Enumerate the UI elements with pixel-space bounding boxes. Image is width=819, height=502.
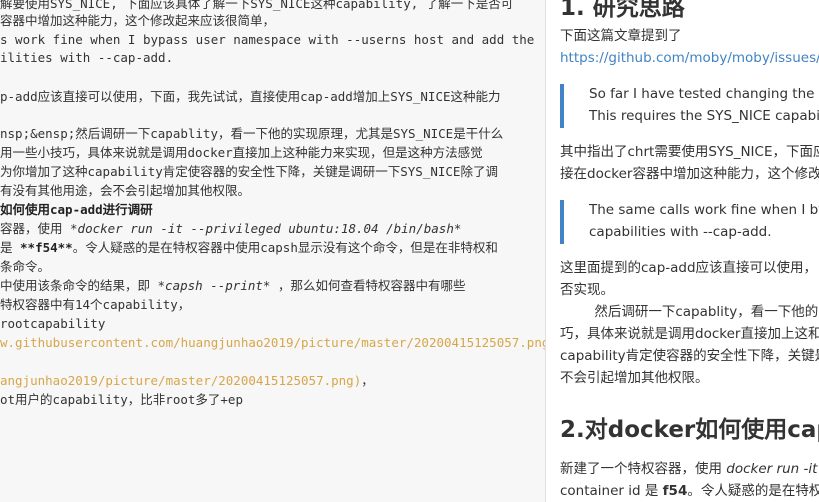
editor-heading-line: 如何使用cap-add进行调研 [0,202,153,217]
preview-link[interactable]: https://github.com/moby/moby/issues/25 [560,48,819,68]
preview-paragraph-line: 然后调研一下capablity，看一下他的实 [560,304,819,320]
editor-line: nsp;&ensp;然后调研一下capablity，看一下他的实现原理，尤其是S… [0,126,504,141]
editor-line: 中使用该条命令的结果，即 *capsh --print* ，那么如何查看特权容器… [0,277,465,295]
preview-text: 。令人疑惑的是在特权容 [687,483,819,499]
editor-bold-text: **f54** [20,240,73,255]
preview-heading-1: 1. 研究思路 [560,0,685,21]
editor-line: 条命令。 [0,259,51,274]
editor-italic-code: *capsh --print* [157,278,271,293]
editor-image-link[interactable]: angjunhao2019/picture/master/20200415125… [0,373,361,388]
preview-paragraph: 下面这篇文章提到了 [560,28,682,44]
preview-bold-text: f54 [662,483,688,499]
editor-line: 为你增加了这种capability肯定使容器的安全性下降，关键是调研一下SYS_… [0,164,498,179]
preview-heading-2: 2.对docker如何使用capa [560,417,819,443]
preview-text: container id 是 [560,483,663,499]
editor-line: 容器，使用 *docker run -it --privileged ubunt… [0,220,461,238]
preview-paragraph-line: 新建了一个特权容器，使用 docker run -it [560,459,817,479]
editor-image-link[interactable]: w.githubusercontent.com/huangjunhao2019/… [0,334,545,352]
editor-line: ilities with --cap-add. [0,50,174,65]
preview-paragraph-line: 否实现。 [560,282,614,298]
preview-paragraph-line: 巧，具体来说就是调用docker直接加上这和 [560,326,819,342]
preview-paragraph-line: 不会引起增加其他权限。 [560,370,709,386]
editor-text: 是 [0,240,21,255]
editor-line: 容器中增加这种能力，这个修改起来应该很简单， [0,13,276,28]
editor-text: 容器，使用 [0,221,71,236]
preview-text: 新建了一个特权容器，使用 [560,461,727,477]
editor-line: rootcapability [0,316,106,331]
editor-line: 特权容器中有14个capability， [0,297,191,312]
blockquote-line: So far I have tested changing the sche [589,86,819,102]
blockquote-bar [560,200,564,244]
preview-paragraph-line: container id 是 f54。令人疑惑的是在特权容 [560,481,819,501]
markdown-editor-pane[interactable]: 解要使用SYS_NICE, 下面应该具体了解一下SYS_NICE这种capabi… [0,0,545,502]
preview-italic-code: docker run -it [726,461,818,477]
editor-line: p-add应该直接可以使用，下面，我先试试，直接使用cap-add增加上SYS_… [0,89,501,104]
editor-text: 中使用该条命令的结果，即 [0,278,158,293]
editor-line: angjunhao2019/picture/master/20200415125… [0,372,374,390]
blockquote-line: The same calls work fine when I bypas [589,202,819,218]
editor-text: 。令人疑惑的是在特权容器中使用capsh显示没有这个命令，但是在非特权和 [72,240,498,255]
markdown-preview-pane[interactable]: 1. 研究思路 下面这篇文章提到了 https://github.com/mob… [546,0,819,502]
preview-paragraph-line: 这里面提到的cap-add应该直接可以使用， [560,260,818,276]
editor-line: 有没有其他用途，会不会引起增加其他权限。 [0,183,251,198]
editor-line: ot用户的capability，比非root多了+ep [0,392,243,407]
preview-paragraph-line: 其中指出了chrt需要使用SYS_NICE，下面应 [560,144,819,160]
blockquote-bar [560,84,564,128]
editor-italic-code: *docker run -it --privileged ubuntu:18.0… [70,221,462,236]
editor-text: ，那么如何查看特权容器中有哪些 [270,278,466,293]
editor-line: s work fine when I bypass user namespace… [0,32,535,47]
preview-paragraph-line: 接在docker容器中增加这种能力，这个修改 [560,166,819,182]
blockquote-line: This requires the SYS_NICE capability [589,108,819,124]
editor-line: 是 **f54**。令人疑惑的是在特权容器中使用capsh显示没有这个命令，但是… [0,239,498,257]
editor-text: ， [361,373,374,388]
editor-line: 用一些小技巧，具体来说就是调用docker直接加上这种能力来实现，但是这种方法感… [0,145,483,160]
preview-paragraph-line: capability肯定使容器的安全性下降，关键是 [560,348,819,364]
blockquote-line: capabilities with --cap-add. [589,224,772,240]
